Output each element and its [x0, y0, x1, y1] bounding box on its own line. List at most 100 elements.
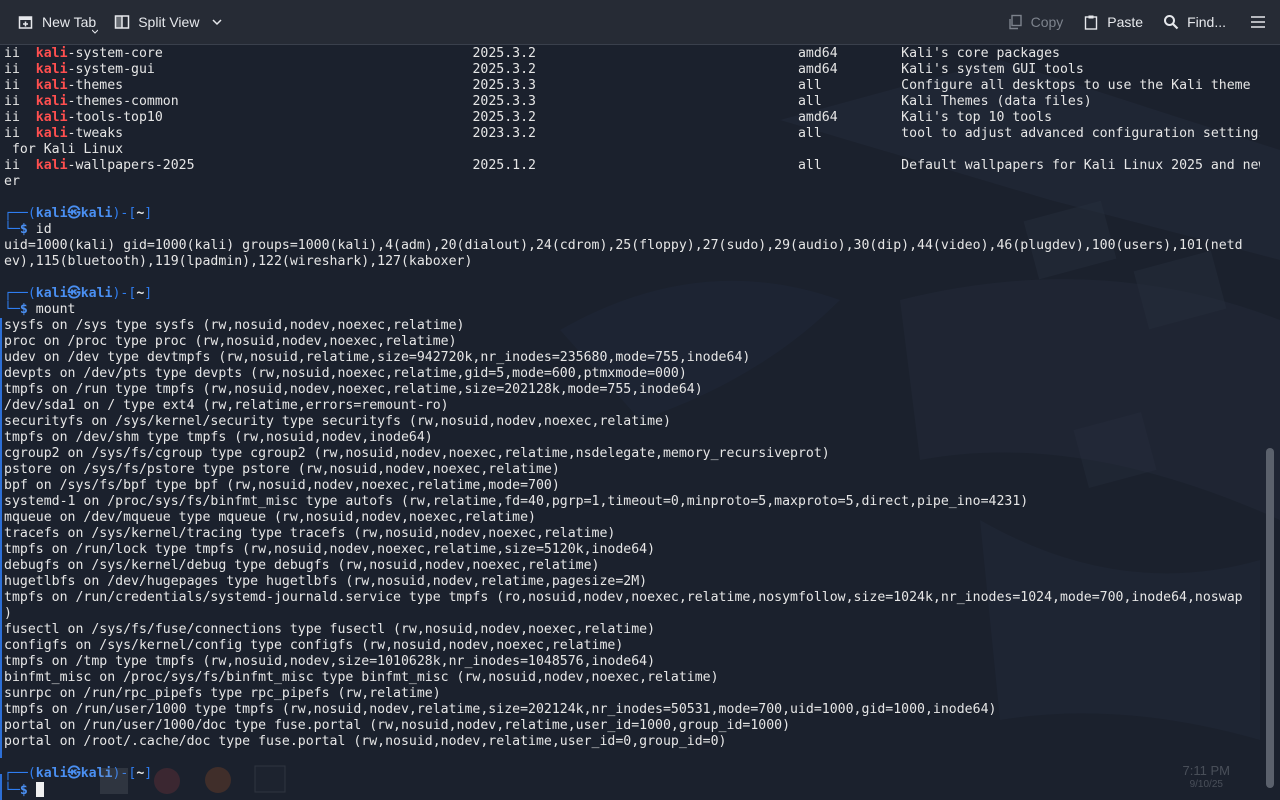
terminal-text-segment: └─	[4, 222, 20, 237]
copy-icon	[1008, 14, 1022, 30]
package-highlight: kali	[35, 46, 68, 61]
package-status: ii	[4, 62, 36, 77]
mount-output-line: )	[4, 606, 12, 621]
terminal-toolbar: New Tab Split View Copy Paste Find...	[0, 0, 1280, 45]
mount-output-line: hugetlbfs on /dev/hugepages type hugetlb…	[4, 574, 648, 589]
split-view-label: Split View	[138, 14, 200, 30]
mount-output-line: configfs on /sys/kernel/config type conf…	[4, 638, 624, 653]
find-button[interactable]: Find...	[1157, 6, 1232, 38]
new-tab-button[interactable]: New Tab	[12, 6, 102, 38]
terminal-text-segment: $	[19, 783, 36, 798]
terminal-cursor	[35, 782, 44, 797]
package-row-cont: for Kali Linux	[4, 142, 124, 157]
clock-time: 7:11 PM	[1182, 763, 1230, 778]
mount-output-line: tmpfs on /run type tmpfs (rw,nosuid,node…	[4, 382, 703, 397]
package-status: ii	[4, 78, 36, 93]
mount-output-line: binfmt_misc on /proc/sys/fs/binfmt_misc …	[4, 670, 719, 685]
scrollbar-thumb[interactable]	[1266, 448, 1274, 788]
command-text: mount	[35, 302, 76, 317]
terminal-text-segment: ┌──(	[4, 766, 36, 781]
package-row: -wallpapers-2025 2025.1.2 all Default wa…	[67, 158, 1260, 173]
terminal-text-segment: └─	[4, 783, 20, 798]
find-label: Find...	[1187, 14, 1226, 30]
paste-icon	[1085, 15, 1098, 30]
package-row-cont: er	[4, 174, 20, 189]
new-tab-menu-arrow-icon[interactable]	[92, 29, 98, 34]
mount-output-line: devpts on /dev/pts type devpts (rw,nosui…	[4, 366, 687, 381]
split-view-icon	[114, 15, 130, 29]
mount-output-line: tmpfs on /tmp type tmpfs (rw,nosuid,node…	[4, 654, 656, 669]
mount-output-line: fusectl on /sys/fs/fuse/connections type…	[4, 622, 656, 637]
new-tab-icon	[18, 16, 33, 29]
package-highlight: kali	[35, 78, 68, 93]
command-text: id	[35, 222, 52, 237]
package-row: -tweaks 2023.3.2 all tool to adjust adva…	[67, 126, 1260, 141]
split-view-button[interactable]: Split View	[108, 6, 205, 38]
hamburger-menu-button[interactable]	[1244, 6, 1272, 38]
package-row: -system-gui 2025.3.2 amd64 Kali's system…	[67, 62, 1084, 77]
mount-output-line: tmpfs on /run/credentials/systemd-journa…	[4, 590, 1243, 605]
search-icon	[1164, 15, 1179, 30]
package-row: -themes 2025.3.3 all Configure all deskt…	[67, 78, 1251, 93]
mount-output-line: tmpfs on /run/lock type tmpfs (rw,nosuid…	[4, 542, 656, 557]
terminal-text-segment: )-[	[112, 206, 137, 221]
package-status: ii	[4, 94, 36, 109]
terminal-text-segment: ┌──(	[4, 286, 36, 301]
paste-button[interactable]: Paste	[1077, 6, 1149, 38]
mount-output-line: securityfs on /sys/kernel/security type …	[4, 414, 671, 429]
mount-output-line: bpf on /sys/fs/bpf type bpf (rw,nosuid,n…	[4, 478, 560, 493]
mount-output-line: tmpfs on /run/user/1000 type tmpfs (rw,n…	[4, 702, 997, 717]
clock: 7:11 PM 9/10/25	[1183, 764, 1230, 792]
terminal-text-segment: $	[19, 222, 36, 237]
package-status: ii	[4, 126, 36, 141]
paste-label: Paste	[1107, 14, 1144, 30]
package-status: ii	[4, 110, 36, 125]
mount-output-line: tmpfs on /dev/shm type tmpfs (rw,nosuid,…	[4, 430, 433, 445]
split-view-dropdown-button[interactable]	[205, 6, 229, 38]
mount-output-line: udev on /dev type devtmpfs (rw,nosuid,re…	[4, 350, 751, 365]
new-tab-label: New Tab	[42, 14, 97, 30]
package-highlight: kali	[35, 158, 68, 173]
terminal-text: ii kali-system-core 2025.3.2 amd64 Kali'…	[0, 46, 1260, 799]
mount-output-line: mqueue on /dev/mqueue type mqueue (rw,no…	[4, 510, 536, 525]
terminal-text-segment: kali㉿kali	[35, 206, 113, 221]
package-status: ii	[4, 46, 36, 61]
terminal-text-segment: $	[19, 302, 36, 317]
mount-output-line: tracefs on /sys/kernel/tracing type trac…	[4, 526, 616, 541]
copy-button[interactable]: Copy	[1001, 6, 1070, 38]
chevron-down-icon	[212, 19, 222, 26]
id-output-line: ev),115(bluetooth),119(lpadmin),122(wire…	[4, 254, 473, 269]
hamburger-menu-icon	[1251, 16, 1265, 28]
copy-label: Copy	[1030, 14, 1064, 30]
mount-output-line: cgroup2 on /sys/fs/cgroup type cgroup2 (…	[4, 446, 830, 461]
terminal-scrollbar[interactable]	[1260, 46, 1280, 800]
mount-output-line: sunrpc on /run/rpc_pipefs type rpc_pipef…	[4, 686, 441, 701]
mount-output-line: sysfs on /sys type sysfs (rw,nosuid,node…	[4, 318, 465, 333]
terminal-text-segment: └─	[4, 302, 20, 317]
terminal-output[interactable]: ii kali-system-core 2025.3.2 amd64 Kali'…	[0, 46, 1260, 800]
terminal-text-segment: )-[	[112, 286, 137, 301]
terminal-text-segment: kali㉿kali	[35, 766, 113, 781]
terminal-text-segment: ]	[144, 766, 153, 781]
package-row: -themes-common 2025.3.3 all Kali Themes …	[67, 94, 1092, 109]
package-highlight: kali	[35, 94, 68, 109]
terminal-text-segment: ]	[144, 286, 153, 301]
mount-output-line: portal on /root/.cache/doc type fuse.por…	[4, 734, 727, 749]
mount-output-line: debugfs on /sys/kernel/debug type debugf…	[4, 558, 600, 573]
mount-output-line: systemd-1 on /proc/sys/fs/binfmt_misc ty…	[4, 494, 1029, 509]
mount-output-line: proc on /proc type proc (rw,nosuid,nodev…	[4, 334, 457, 349]
terminal-text-segment: kali㉿kali	[35, 286, 113, 301]
package-status: ii	[4, 158, 36, 173]
mount-output-line: pstore on /sys/fs/pstore type pstore (rw…	[4, 462, 560, 477]
id-output-line: uid=1000(kali) gid=1000(kali) groups=100…	[4, 238, 1243, 253]
package-highlight: kali	[35, 126, 68, 141]
terminal-text-segment: ]	[144, 206, 153, 221]
terminal-text-segment: ┌──(	[4, 206, 36, 221]
package-row: -tools-top10 2025.3.2 amd64 Kali's top 1…	[67, 110, 1053, 125]
mount-output-line: portal on /run/user/1000/doc type fuse.p…	[4, 718, 791, 733]
package-row: -system-core 2025.3.2 amd64 Kali's core …	[67, 46, 1060, 61]
clock-date: 9/10/25	[1189, 779, 1223, 790]
package-highlight: kali	[35, 110, 68, 125]
terminal-text-segment: )-[	[112, 766, 137, 781]
mount-output-line: /dev/sda1 on / type ext4 (rw,relatime,er…	[4, 398, 449, 413]
